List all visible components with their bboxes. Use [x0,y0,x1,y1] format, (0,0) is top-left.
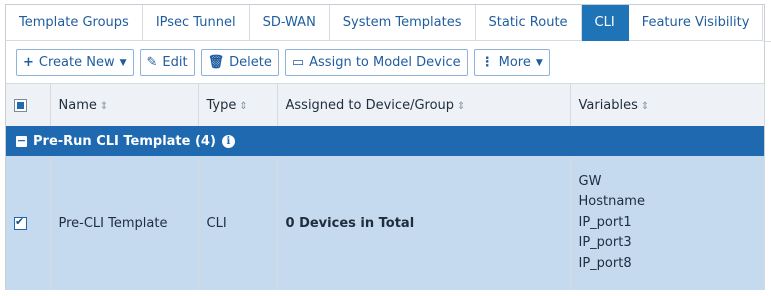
column-header-assigned[interactable]: Assigned to Device/Group ⇕ [277,83,571,126]
cli-template-table: Name ⇕ Type ⇕ Assigned to Device/Group ⇕ Va… [6,83,765,290]
column-label: Assigned to Device/Group [285,97,455,113]
assign-label: Assign to Model Device [309,55,461,70]
tab-feature-visibility[interactable]: Feature Visibility [628,5,764,41]
edit-label: Edit [162,55,188,70]
chevron-down-icon: ▼ [119,57,127,68]
select-all-header [6,83,51,126]
row-checkbox[interactable] [14,215,27,230]
tab-static-route[interactable]: Static Route [475,5,582,41]
group-label: Pre-Run CLI Template (4) [33,133,216,149]
edit-button[interactable]: ✎ Edit [139,49,195,76]
assigned-cell: 0 Devices in Total [277,156,571,290]
name-cell: Pre-CLI Template [50,156,199,290]
variable-item: Hostname [578,194,645,210]
tab-cli[interactable]: CLI [581,5,629,41]
column-header-variables[interactable]: Variables ⇕ [570,83,765,126]
variable-item: GW [578,173,602,189]
toolbar: + Create New ▼ ✎ Edit 🗑 Delete ▭ Assign … [16,49,550,76]
device-icon: ▭ [291,55,305,70]
type-cell: CLI [198,156,278,290]
sort-icon: ⇕ [457,100,466,112]
column-label: Variables [578,97,638,113]
variables-cell: GW Hostname IP_port1 IP_port3 IP_port8 [570,156,765,290]
edit-icon: ✎ [146,55,158,70]
chevron-down-icon: ▼ [535,57,543,68]
cli-template-panel: Template Groups IPsec Tunnel SD-WAN Syst… [5,4,771,290]
assign-model-device-button[interactable]: ▭ Assign to Model Device [284,49,468,76]
table-header-row: Name ⇕ Type ⇕ Assigned to Device/Group ⇕ Va… [6,83,765,126]
tab-system-templates[interactable]: System Templates [329,5,476,41]
row-select-cell [6,156,51,290]
collapse-icon[interactable]: − [16,135,27,147]
tab-ipsec-tunnel[interactable]: IPsec Tunnel [142,5,250,41]
column-header-name[interactable]: Name ⇕ [50,83,199,126]
column-header-type[interactable]: Type ⇕ [198,83,278,126]
tab-bar: Template Groups IPsec Tunnel SD-WAN Syst… [6,5,771,42]
tab-sd-wan[interactable]: SD-WAN [249,5,330,41]
variable-item: IP_port1 [578,214,632,230]
tab-template-groups[interactable]: Template Groups [6,5,143,41]
tab-bar-filler [763,5,771,42]
select-all-checkbox[interactable] [14,98,27,112]
vertical-dots-icon: ⋮ [480,55,494,70]
column-label: Type [206,97,237,113]
delete-button[interactable]: 🗑 Delete [200,49,279,76]
table-row[interactable]: Pre-CLI Template CLI 0 Devices in Total … [6,156,765,290]
create-new-label: Create New [38,55,115,70]
sort-icon: ⇕ [239,100,248,112]
more-button[interactable]: ⋮ More ▼ [473,49,550,76]
plus-icon: + [23,55,34,70]
group-header-row[interactable]: − Pre-Run CLI Template (4) i [6,126,764,156]
variable-item: IP_port3 [578,235,632,251]
group-header-cell: − Pre-Run CLI Template (4) i [6,126,764,156]
sort-icon: ⇕ [99,100,109,112]
more-label: More [498,55,531,70]
delete-label: Delete [229,55,272,70]
create-new-button[interactable]: + Create New ▼ [16,49,134,76]
info-icon[interactable]: i [221,134,235,148]
sort-icon: ⇕ [640,100,650,112]
trash-icon: 🗑 [207,55,225,70]
column-label: Name [58,97,97,113]
variable-item: IP_port8 [578,255,632,271]
